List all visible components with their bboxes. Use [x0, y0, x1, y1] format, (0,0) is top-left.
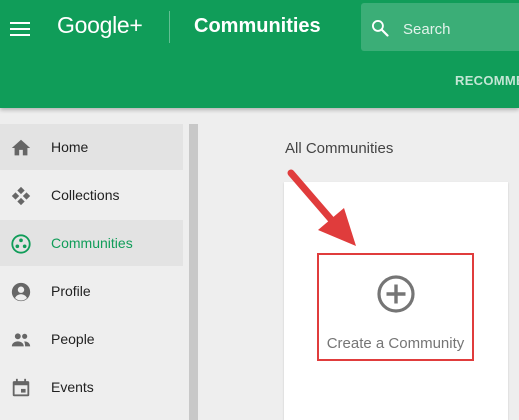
profile-icon	[11, 282, 31, 302]
page-title: Communities	[194, 15, 321, 37]
sidebar-item-events[interactable]: Events	[0, 364, 183, 410]
collections-icon	[11, 186, 31, 206]
google-plus-logo[interactable]: Google+	[57, 12, 143, 39]
sidebar-item-label: People	[51, 331, 95, 347]
people-icon	[11, 333, 31, 347]
home-icon	[11, 139, 31, 156]
sidebar-item-label: Profile	[51, 283, 91, 299]
sidebar-item-label: Home	[51, 139, 89, 155]
tab-recommended[interactable]: RECOMME	[455, 73, 519, 88]
search-input[interactable]	[401, 17, 515, 41]
search-icon	[372, 20, 389, 37]
sidebar-item-communities[interactable]: Communities	[0, 220, 183, 266]
sidebar-item-label: Collections	[51, 187, 120, 203]
sidebar-scrollbar[interactable]	[189, 124, 198, 420]
hamburger-menu-icon[interactable]	[10, 17, 32, 37]
red-arrow-icon	[287, 169, 356, 246]
sidebar-item-collections[interactable]: Collections	[0, 172, 183, 218]
app-bar: Google+ Communities RECOMME	[0, 0, 519, 108]
sidebar-nav: Home Collections Communities Profile Peo…	[0, 124, 186, 420]
sidebar-item-home[interactable]: Home	[0, 124, 183, 170]
create-community-button[interactable]: Create a Community	[317, 253, 474, 361]
header-divider	[169, 11, 170, 43]
sidebar-item-profile[interactable]: Profile	[0, 268, 183, 314]
section-title: All Communities	[285, 140, 394, 157]
sidebar-item-people[interactable]: People	[0, 316, 183, 362]
communities-icon	[11, 234, 31, 254]
plus-circle-icon	[377, 275, 415, 313]
events-icon	[12, 378, 30, 397]
sidebar-item-label: Events	[51, 379, 94, 395]
sidebar-item-label: Communities	[51, 235, 133, 251]
create-community-label: Create a Community	[326, 335, 465, 352]
search-box[interactable]	[361, 3, 519, 51]
